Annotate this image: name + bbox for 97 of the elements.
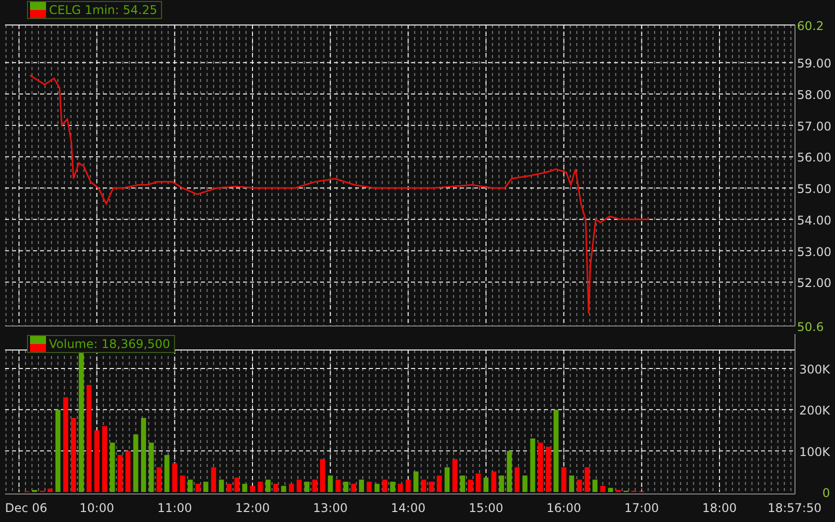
volume-bar: [304, 482, 310, 492]
axis-label: 0: [822, 486, 830, 500]
volume-bar: [343, 482, 348, 492]
volume-bar: [436, 476, 442, 492]
axis-label: 300K: [799, 362, 830, 377]
axis-label: 55.00: [797, 182, 832, 196]
legend-swatch-icon: [30, 2, 46, 18]
volume-bar: [281, 486, 286, 492]
axis-label: 15:00: [468, 501, 504, 515]
volume-bar: [234, 478, 240, 492]
volume-bar: [110, 442, 115, 492]
volume-bar: [32, 490, 38, 492]
axis-label: Dec 06: [5, 501, 48, 515]
volume-bar: [569, 476, 574, 492]
volume-bar: [172, 463, 178, 492]
volume-bar: [406, 480, 411, 492]
volume-bar: [296, 480, 302, 492]
volume-bar: [211, 467, 216, 492]
volume-bar: [258, 482, 263, 492]
axis-label: 14:00: [390, 501, 426, 515]
volume-bar: [468, 480, 473, 492]
volume-bar: [351, 484, 356, 492]
volume-bar: [242, 484, 248, 492]
axis-label: 18:57:50: [768, 501, 822, 515]
volume-bar: [616, 490, 621, 492]
axis-label: 50.6: [797, 320, 824, 334]
volume-bar: [530, 438, 536, 492]
axis-label: 53.00: [797, 244, 832, 259]
volume-bar: [491, 471, 496, 492]
volume-bar: [118, 454, 123, 492]
volume-bar: [164, 454, 170, 492]
volume-bar: [429, 482, 434, 492]
axis-label: 59.00: [797, 56, 832, 71]
volume-bar: [421, 480, 426, 492]
volume-bar: [133, 434, 138, 492]
volume-bar: [102, 426, 108, 492]
axis-label: 52.00: [797, 276, 832, 290]
volume-bar: [288, 484, 294, 492]
chart-title: Volume: 18,369,500: [49, 337, 170, 351]
volume-bar: [476, 473, 481, 492]
volume-bar: [608, 488, 614, 492]
volume-bar: [499, 476, 504, 492]
volume-bar: [460, 476, 466, 492]
volume-bar: [328, 476, 333, 492]
axis-label: 100K: [799, 444, 830, 459]
axis-label: 60.2: [797, 19, 824, 33]
volume-bar: [452, 459, 458, 492]
volume-bar: [444, 467, 450, 492]
axis-label: 10:00: [80, 501, 114, 515]
volume-bar: [218, 480, 224, 492]
chart-title: CELG 1min: 54.25: [49, 3, 158, 17]
axis-label: 13:00: [313, 501, 348, 515]
volume-bar: [148, 442, 154, 492]
axis-label: 56.00: [797, 150, 832, 165]
volume-bar: [514, 467, 520, 492]
volume-bar: [273, 484, 278, 492]
volume-bar: [188, 480, 193, 492]
volume-bar: [390, 482, 396, 492]
volume-bar: [48, 488, 53, 492]
volume-bar: [180, 476, 185, 492]
legend-swatch-icon: [30, 336, 46, 352]
volume-bar: [196, 484, 201, 492]
volume-bar: [266, 480, 271, 492]
volume-bar: [576, 480, 582, 492]
axis-label: 54.00: [797, 213, 832, 228]
volume-bar: [336, 480, 341, 492]
axis-label: 11:00: [157, 501, 192, 515]
axis-label: 58.00: [797, 88, 832, 102]
volume-bar: [156, 467, 162, 492]
volume-bar: [125, 450, 130, 492]
volume-bar: [546, 446, 551, 492]
volume-bar: [382, 480, 388, 492]
volume-bar: [226, 484, 232, 492]
volume-bar: [320, 459, 326, 492]
volume-bar: [600, 486, 606, 492]
volume-bar: [94, 430, 100, 492]
volume-bar: [484, 478, 488, 492]
volume-bar: [584, 467, 590, 492]
volume-bar: [374, 484, 380, 492]
axis-label: 200K: [799, 404, 830, 418]
volume-bar: [398, 484, 403, 492]
volume-bar: [203, 482, 208, 492]
volume-bar: [561, 467, 566, 492]
axis-label: 16:00: [546, 501, 582, 515]
volume-bar: [366, 482, 372, 492]
axis-label: 17:00: [624, 501, 659, 515]
volume-bar: [358, 480, 364, 492]
axis-label: 57.00: [797, 119, 832, 134]
volume-bar: [312, 480, 318, 492]
volume-bar: [522, 476, 528, 492]
volume-bar: [413, 471, 418, 492]
volume-bar: [506, 450, 512, 492]
axis-label: 12:00: [235, 501, 270, 515]
volume-bar: [592, 480, 598, 492]
volume-bar: [250, 486, 255, 492]
volume-bar: [538, 442, 543, 492]
axis-label: 18:00: [702, 501, 737, 515]
